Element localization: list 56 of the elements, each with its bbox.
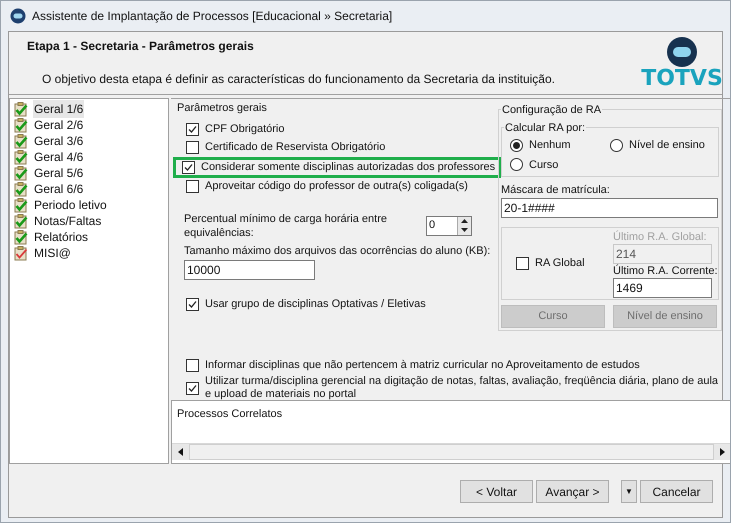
tree-item[interactable]: Relatórios xyxy=(33,228,90,246)
step-description: O objetivo desta etapa é definir as características do funcionamento da Secretaria da instituição. xyxy=(41,71,556,88)
checkbox-label: CPF Obrigatório xyxy=(205,122,284,138)
field-label: Último R.A. Global: xyxy=(613,230,708,244)
spin-field[interactable]: 0 xyxy=(426,216,472,236)
tree-item[interactable]: Geral 1/6 xyxy=(33,100,84,118)
window-title: Assistente de Implantação de Processos [Educacional » Secretaria] xyxy=(32,8,392,25)
checkbox-label: RA Global xyxy=(535,256,585,272)
group-title: Configuração de RA xyxy=(501,102,602,118)
nav-button[interactable]: Avançar > xyxy=(536,480,609,503)
group-title: Parâmetros gerais xyxy=(177,101,268,116)
input-field[interactable]: 10000 xyxy=(184,260,315,280)
tree-item[interactable]: Geral 3/6 xyxy=(33,132,84,150)
checkbox-label: Usar grupo de disciplinas Optativas / Eletivas xyxy=(205,297,426,312)
radio-label: Curso xyxy=(529,158,558,172)
checkbox-label: Certificado de Reservista Obrigatório xyxy=(205,140,386,156)
app-logo-icon xyxy=(10,8,26,24)
tree-item[interactable]: MISI@ xyxy=(33,244,72,262)
input-field[interactable]: 20-1#### xyxy=(501,198,718,218)
field-label: Último R.A. Corrente: xyxy=(613,264,718,278)
checkbox-label: Informar disciplinas que não pertencem à matriz curricular no Aproveitamento de estudos xyxy=(205,359,641,372)
tree-item[interactable]: Geral 2/6 xyxy=(33,116,84,134)
radio-label: Nenhum xyxy=(529,138,571,153)
checkbox[interactable] xyxy=(186,180,199,193)
tree-item[interactable]: Geral 4/6 xyxy=(33,148,84,166)
field-label: Máscara de matrícula: xyxy=(501,182,611,198)
checkbox-label: Considerar somente disciplinas autorizadas dos professores xyxy=(201,160,496,175)
nav-button[interactable]: Cancelar xyxy=(640,480,713,503)
radio-button[interactable] xyxy=(510,158,523,172)
tree-item[interactable]: Geral 6/6 xyxy=(33,180,84,198)
tree-item[interactable]: Geral 5/6 xyxy=(33,164,84,182)
checkbox[interactable] xyxy=(516,257,529,270)
radio-label: Nível de ensino xyxy=(629,138,705,153)
checkbox[interactable] xyxy=(182,160,195,174)
checkbox[interactable] xyxy=(186,382,199,394)
checkbox[interactable] xyxy=(186,359,199,372)
panel-title: Processos Correlatos xyxy=(176,407,284,422)
horizontal-scrollbar[interactable] xyxy=(172,443,730,460)
dropdown-button[interactable]: ▼ xyxy=(621,480,637,503)
checkbox-label: Aproveitar código do professor de outra(s) coligada(s) xyxy=(205,179,468,194)
step-title: Etapa 1 - Secretaria - Parâmetros gerais xyxy=(27,38,255,55)
tree-item[interactable]: Periodo letivo xyxy=(33,196,108,214)
field-label: Percentual mínimo de carga horária entre equivalências: xyxy=(184,212,388,240)
radio-button[interactable] xyxy=(510,138,523,152)
checkbox[interactable] xyxy=(186,141,199,154)
checkbox-label: Utilizar turma/disciplina gerencial na digitação de notas, faltas, avaliação, freqüência diária, plano de aula e upload de materiais no portal xyxy=(205,375,720,401)
checkbox[interactable] xyxy=(186,298,199,311)
logo-sphere-icon xyxy=(666,36,698,68)
spin-up-icon[interactable] xyxy=(458,216,471,226)
radio-button[interactable] xyxy=(610,138,623,152)
field-label: Tamanho máximo dos arquivos das ocorrências do aluno (KB): xyxy=(183,244,492,258)
nav-button[interactable]: < Voltar xyxy=(460,480,533,503)
input-field[interactable]: 1469 xyxy=(613,278,712,298)
tree-item[interactable]: Notas/Faltas xyxy=(33,212,102,230)
logo-text: TOTVS xyxy=(641,68,723,90)
checkbox[interactable] xyxy=(186,123,199,136)
